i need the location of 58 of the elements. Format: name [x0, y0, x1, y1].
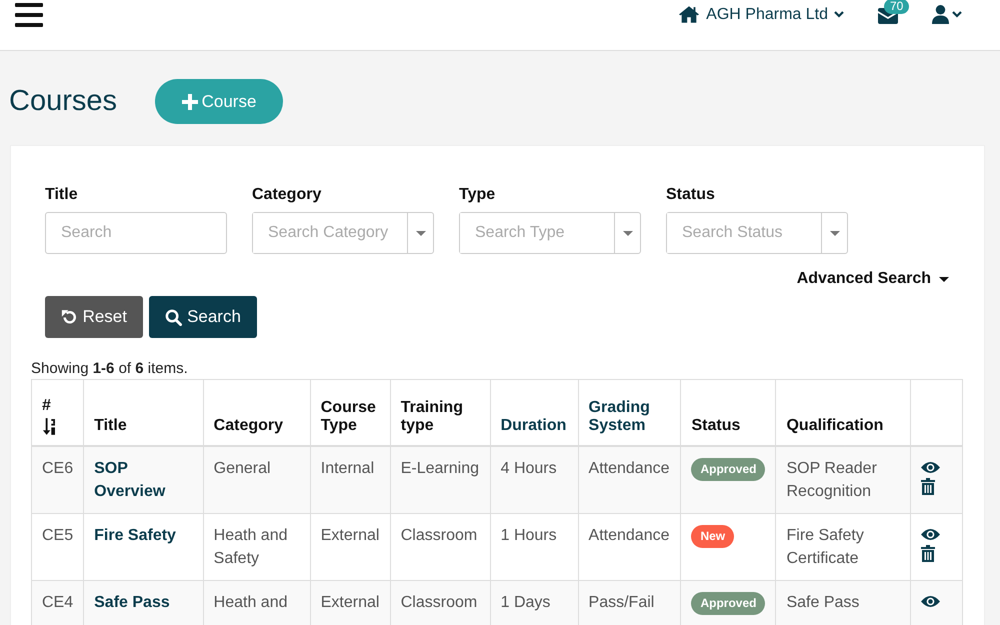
table-cell: 1 Days — [500, 594, 550, 611]
chevron-icon — [834, 11, 844, 18]
table-cell: General — [214, 460, 271, 477]
table-cell: External — [320, 527, 380, 544]
filter-label: Title — [45, 186, 79, 204]
table-cell: Heath and — [214, 594, 288, 611]
search-icon — [165, 308, 182, 326]
notification-badge: 70 — [884, 0, 910, 14]
chevron-icon — [952, 11, 962, 18]
table-cell: Classroom — [400, 527, 478, 544]
search-button[interactable]: Search — [149, 296, 257, 338]
search-field[interactable]: Search — [45, 212, 227, 254]
view-icon[interactable] — [920, 595, 940, 608]
home-icon — [678, 5, 700, 24]
reset-button[interactable]: Reset — [45, 296, 143, 338]
table-cell: E-Learning — [400, 460, 480, 477]
table-cell: Pass/Fail — [588, 594, 654, 611]
delete-icon[interactable] — [920, 478, 935, 495]
view-icon[interactable] — [920, 461, 940, 474]
caret-icon — [830, 230, 840, 236]
page-title: Courses — [9, 85, 117, 118]
table-cell: CE5 — [42, 527, 74, 544]
status-badge: Approved — [691, 458, 766, 481]
company-menu[interactable]: AGH Pharma Ltd — [678, 5, 844, 24]
results-summary: Showing 1-6 of 6 items. — [31, 360, 189, 377]
table-cell: CE6 — [42, 460, 74, 477]
table-cell: Attendance — [588, 527, 670, 544]
menu-icon[interactable] — [15, 3, 43, 27]
user-icon — [932, 5, 949, 24]
status-badge: New — [691, 525, 734, 548]
table-cell: Safe Pass — [786, 594, 860, 611]
select-field[interactable]: Search Category — [252, 212, 434, 254]
table-cell: 4 Hours — [500, 460, 557, 477]
delete-icon[interactable] — [920, 545, 935, 562]
table-cell: External — [320, 594, 380, 611]
view-icon[interactable] — [920, 528, 940, 541]
table-cell: Attendance — [588, 460, 670, 477]
table-cell: Heath and Safety — [214, 527, 288, 567]
caret-icon — [622, 230, 632, 236]
table-cell: Fire Safety Certificate — [786, 527, 864, 567]
caret-icon — [939, 276, 949, 282]
filter-label: Type — [459, 186, 496, 204]
caret-icon — [416, 230, 426, 236]
table-cell: CE4 — [42, 594, 74, 611]
filter-label: Status — [666, 186, 716, 204]
filter-label: Category — [252, 186, 322, 204]
select-field[interactable]: Search Type — [459, 212, 641, 254]
plus-icon — [182, 94, 198, 110]
table-cell: SOP Reader Recognition — [786, 460, 877, 500]
sort-icon[interactable] — [42, 418, 55, 435]
status-badge: Approved — [691, 592, 766, 615]
advanced-search-link[interactable]: Advanced Search — [796, 270, 931, 288]
select-field[interactable]: Search Status — [666, 212, 848, 254]
table-cell: Internal — [320, 460, 374, 477]
table-cell: 1 Hours — [500, 527, 557, 544]
table-cell: Classroom — [400, 594, 478, 611]
user-menu[interactable] — [932, 5, 962, 24]
undo-icon — [61, 308, 78, 326]
